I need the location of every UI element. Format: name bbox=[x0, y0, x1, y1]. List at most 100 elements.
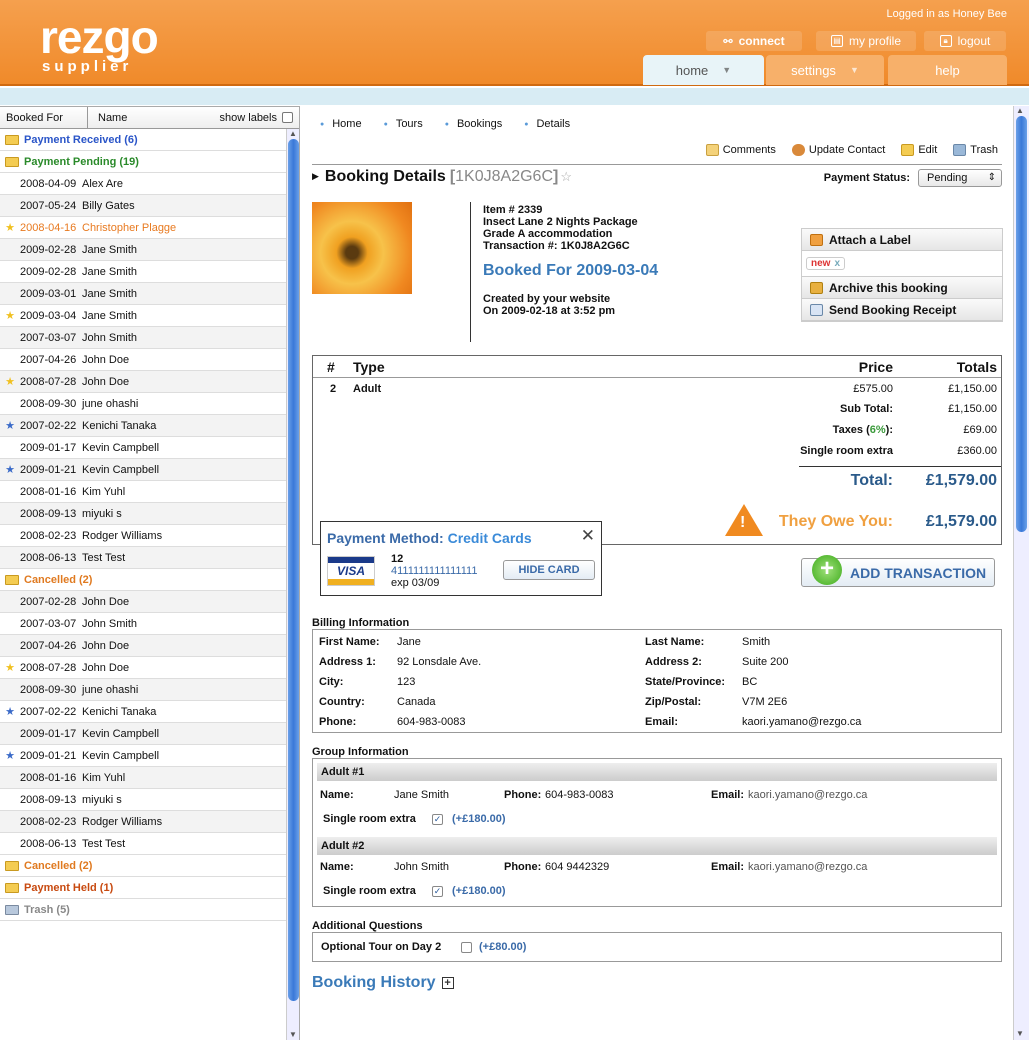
list-item-date: 2008-01-16 bbox=[20, 485, 77, 498]
edit-button[interactable]: Edit bbox=[901, 144, 937, 156]
scroll-down-icon[interactable]: ▼ bbox=[1016, 1029, 1024, 1038]
list-item[interactable]: 2009-01-17 Kevin Campbell bbox=[0, 437, 286, 459]
list-item-name: Billy Gates bbox=[82, 199, 135, 212]
list-item[interactable]: 2008-02-23 Rodger Williams bbox=[0, 525, 286, 547]
chevron-down-icon[interactable]: ▼ bbox=[850, 65, 859, 75]
list-item[interactable]: 2009-01-17 Kevin Campbell bbox=[0, 723, 286, 745]
list-item[interactable]: 2008-09-30 june ohashi bbox=[0, 679, 286, 701]
booking-title-row: ▶ Booking Details [1K0J8A2G6C] ☆ Payment… bbox=[312, 164, 1002, 188]
list-item[interactable]: 2008-02-23 Rodger Williams bbox=[0, 811, 286, 833]
page-scrollbar[interactable]: ▲ ▼ bbox=[1013, 106, 1029, 1040]
booked-for-date: Booked For 2009-03-04 bbox=[483, 262, 659, 279]
adult-2-email: kaori.yamano@rezgo.ca bbox=[748, 861, 868, 873]
list-item[interactable]: 2009-02-28 Jane Smith bbox=[0, 261, 286, 283]
list-item[interactable]: ★ 2008-07-28 John Doe bbox=[0, 371, 286, 393]
list-item[interactable]: 2007-05-24 Billy Gates bbox=[0, 195, 286, 217]
list-item-name: Christopher Plagge bbox=[82, 221, 177, 234]
list-item[interactable]: 2009-03-01 Jane Smith bbox=[0, 283, 286, 305]
list-scrollbar[interactable]: ▲ ▼ bbox=[286, 129, 299, 1040]
list-item[interactable]: ★ 2008-04-16 Christopher Plagge bbox=[0, 217, 286, 239]
list-item-name: Kenichi Tanaka bbox=[82, 705, 157, 718]
chevron-down-icon[interactable]: ▼ bbox=[722, 65, 731, 75]
list-item[interactable]: ★ 2007-02-22 Kenichi Tanaka bbox=[0, 415, 286, 437]
optional-tour-checkbox[interactable] bbox=[461, 942, 472, 953]
booking-list-panel: Booked For Name show labels Payment Rece… bbox=[0, 106, 300, 1040]
expand-plus-icon[interactable]: + bbox=[441, 977, 454, 989]
label-tag[interactable]: new x bbox=[806, 257, 846, 270]
list-item[interactable]: ★ 2009-01-21 Kevin Campbell bbox=[0, 745, 286, 767]
scroll-down-icon[interactable]: ▼ bbox=[289, 1030, 297, 1039]
list-item[interactable]: 2007-03-07 John Smith bbox=[0, 327, 286, 349]
warning-icon-mark: ! bbox=[740, 514, 746, 531]
show-labels-checkbox[interactable] bbox=[282, 112, 293, 123]
my-profile-link[interactable]: ▤ my profile bbox=[816, 31, 916, 51]
list-group-header[interactable]: Payment Held (1) bbox=[0, 877, 286, 899]
list-item[interactable]: 2008-01-16 Kim Yuhl bbox=[0, 767, 286, 789]
archive-booking-button[interactable]: Archive this booking bbox=[802, 277, 1002, 299]
list-item[interactable]: 2007-02-28 John Doe bbox=[0, 591, 286, 613]
add-transaction-button[interactable]: + ADD TRANSACTION bbox=[801, 555, 995, 587]
breadcrumb-bookings[interactable]: Bookings bbox=[445, 118, 502, 130]
breadcrumb-details[interactable]: Details bbox=[524, 118, 570, 130]
adult-2-single-label: Single room extra bbox=[323, 885, 416, 897]
state-value: BC bbox=[742, 676, 758, 688]
trash-button[interactable]: Trash bbox=[953, 144, 998, 156]
booking-history[interactable]: Booking History + bbox=[312, 974, 454, 992]
list-group-header[interactable]: Trash (5) bbox=[0, 899, 286, 921]
list-item[interactable]: 2009-02-28 Jane Smith bbox=[0, 239, 286, 261]
hide-card-button[interactable]: HIDE CARD bbox=[503, 560, 595, 580]
adult-2-single-checkbox[interactable]: ✓ bbox=[432, 886, 443, 897]
page-scroll-thumb[interactable] bbox=[1016, 116, 1027, 532]
adult-1-single-checkbox[interactable]: ✓ bbox=[432, 814, 443, 825]
they-owe-label: They Owe You: bbox=[778, 513, 893, 530]
tab-help[interactable]: help bbox=[888, 55, 1007, 85]
they-owe-value: £1,579.00 bbox=[925, 513, 997, 530]
list-group-header[interactable]: Cancelled (2) bbox=[0, 855, 286, 877]
tab-settings[interactable]: settings ▼ bbox=[766, 55, 884, 85]
list-item[interactable]: 2008-09-30 june ohashi bbox=[0, 393, 286, 415]
list-item[interactable]: 2008-01-16 Kim Yuhl bbox=[0, 481, 286, 503]
list-item[interactable]: 2008-09-13 miyuki s bbox=[0, 503, 286, 525]
send-receipt-button[interactable]: Send Booking Receipt bbox=[802, 299, 1002, 321]
list-item[interactable]: ★ 2008-07-28 John Doe bbox=[0, 657, 286, 679]
update-contact-button[interactable]: Update Contact bbox=[791, 144, 885, 156]
list-item[interactable]: 2008-09-13 miyuki s bbox=[0, 789, 286, 811]
connect-link[interactable]: ⚯ connect bbox=[706, 31, 802, 51]
list-item[interactable]: ★ 2009-01-21 Kevin Campbell bbox=[0, 459, 286, 481]
scroll-up-icon[interactable]: ▲ bbox=[1016, 106, 1024, 115]
list-item-date: 2008-04-09 bbox=[20, 177, 77, 190]
logo[interactable]: rezgo bbox=[40, 14, 159, 60]
tab-home[interactable]: home ▼ bbox=[643, 55, 764, 85]
list-item[interactable]: 2008-04-09 Alex Are bbox=[0, 173, 286, 195]
line-price: £575.00 bbox=[853, 383, 893, 395]
scroll-up-icon[interactable]: ▲ bbox=[289, 129, 297, 138]
expand-arrow-icon[interactable]: ▶ bbox=[312, 171, 319, 182]
breadcrumb-home[interactable]: Home bbox=[320, 118, 361, 130]
remove-label-icon[interactable]: x bbox=[834, 258, 840, 269]
list-group-header[interactable]: Payment Pending (19) bbox=[0, 151, 286, 173]
comments-button[interactable]: Comments bbox=[705, 144, 776, 156]
breadcrumb-tours[interactable]: Tours bbox=[384, 118, 423, 130]
list-item[interactable]: 2007-03-07 John Smith bbox=[0, 613, 286, 635]
list-item[interactable]: 2007-04-26 John Doe bbox=[0, 349, 286, 371]
list-scroll-thumb[interactable] bbox=[288, 139, 299, 1001]
show-labels-toggle[interactable]: show labels bbox=[220, 112, 293, 124]
attach-label-button[interactable]: Attach a Label bbox=[802, 229, 1002, 251]
list-item[interactable]: 2008-06-13 Test Test bbox=[0, 547, 286, 569]
list-item[interactable]: 2008-06-13 Test Test bbox=[0, 833, 286, 855]
list-item[interactable]: ★ 2009-03-04 Jane Smith bbox=[0, 305, 286, 327]
list-group-header[interactable]: Payment Received (6) bbox=[0, 129, 286, 151]
payment-method-title: Payment Method: Credit Cards bbox=[327, 530, 532, 546]
list-item[interactable]: 2007-04-26 John Doe bbox=[0, 635, 286, 657]
column-booked-for[interactable]: Booked For bbox=[0, 107, 88, 128]
logout-link[interactable]: 🔒︎ logout bbox=[924, 31, 1006, 51]
list-group-header[interactable]: Cancelled (2) bbox=[0, 569, 286, 591]
column-name[interactable]: Name bbox=[88, 112, 220, 124]
card-expiry: exp 03/09 bbox=[391, 577, 440, 589]
billing-title: Billing Information bbox=[312, 617, 410, 629]
payment-status-select[interactable]: Pending bbox=[918, 169, 1002, 187]
state-label: State/Province: bbox=[645, 676, 726, 688]
close-icon[interactable]: ✕ bbox=[581, 526, 595, 546]
star-icon[interactable]: ☆ bbox=[560, 169, 572, 185]
list-item[interactable]: ★ 2007-02-22 Kenichi Tanaka bbox=[0, 701, 286, 723]
